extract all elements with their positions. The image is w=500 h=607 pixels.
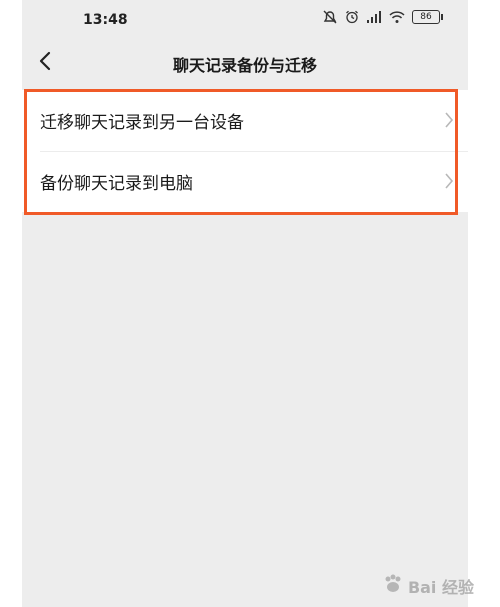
status-icons: 86 xyxy=(322,10,443,24)
highlight-box xyxy=(24,89,458,215)
signal-icon xyxy=(366,10,382,24)
notifications-off-icon xyxy=(322,10,338,24)
battery-icon: 86 xyxy=(412,10,443,24)
status-time: 13:48 xyxy=(83,12,128,28)
navigation-bar: 聊天记录备份与迁移 xyxy=(22,40,468,84)
alarm-icon xyxy=(345,10,359,24)
watermark: Bai 经验 xyxy=(382,573,474,599)
status-bar: 13:48 86 xyxy=(22,0,468,40)
watermark-text: Bai 经验 xyxy=(407,578,474,597)
wifi-icon xyxy=(389,10,405,24)
paw-logo-icon xyxy=(382,573,404,599)
page-title: 聊天记录备份与迁移 xyxy=(172,56,317,75)
